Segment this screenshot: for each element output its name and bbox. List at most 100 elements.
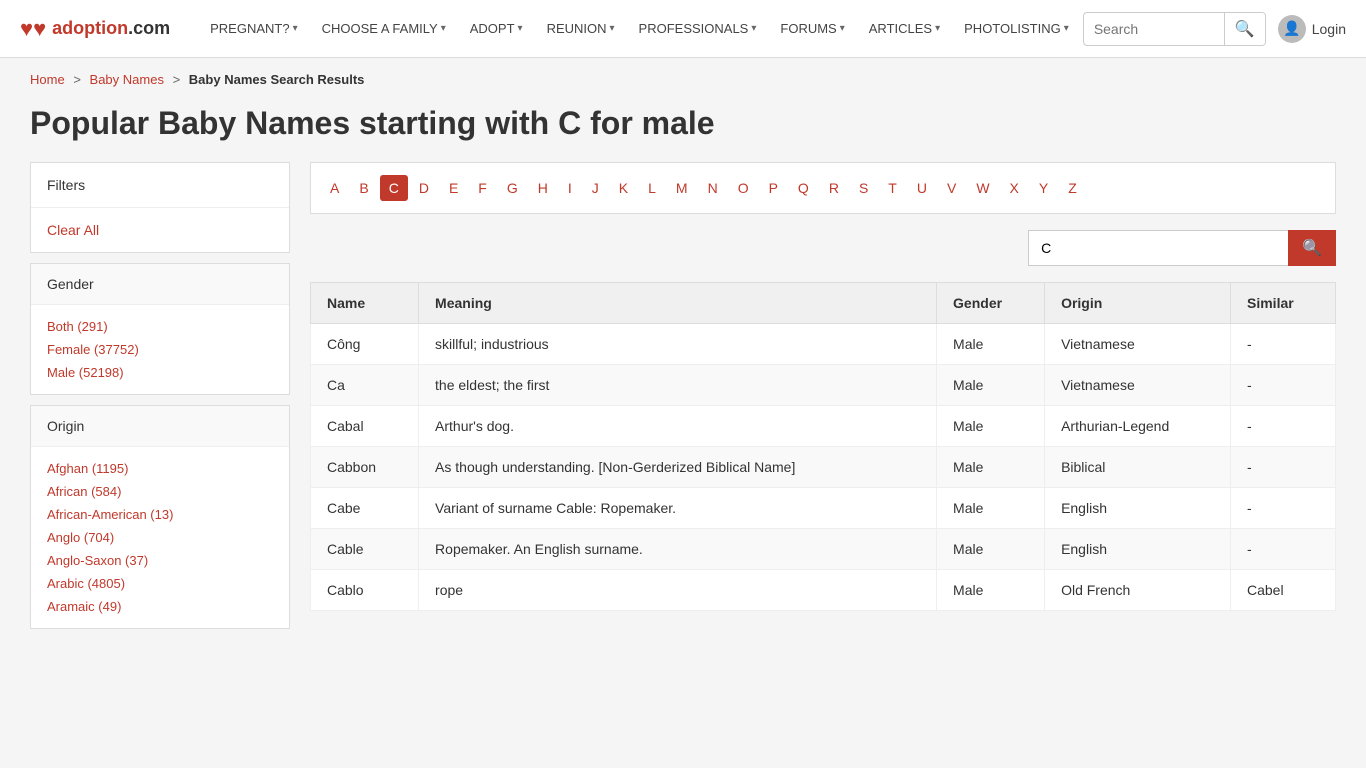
alpha-letter-k[interactable]: K xyxy=(610,175,637,201)
nav-item-articles[interactable]: ARTICLES ▾ xyxy=(859,13,950,44)
alpha-letter-b[interactable]: B xyxy=(350,175,377,201)
name-search-button[interactable]: 🔍 xyxy=(1288,230,1336,266)
alpha-letter-u[interactable]: U xyxy=(908,175,936,201)
name-cell[interactable]: Cabal xyxy=(311,406,419,447)
table-row: Côngskillful; industriousMaleVietnamese- xyxy=(311,324,1336,365)
table-header-gender: Gender xyxy=(937,283,1045,324)
nav-item-choose-a-family[interactable]: CHOOSE A FAMILY ▾ xyxy=(312,13,456,44)
sidebar: Filters Clear All Gender Both (291)Femal… xyxy=(30,162,290,629)
nav-item-pregnant-[interactable]: PREGNANT? ▾ xyxy=(200,13,308,44)
login-area[interactable]: 👤 Login xyxy=(1278,15,1346,43)
origin-cell: Old French xyxy=(1045,570,1231,611)
alpha-letter-j[interactable]: J xyxy=(583,175,608,201)
content-area: ABCDEFGHIJKLMNOPQRSTUVWXYZ 🔍 NameMeaning… xyxy=(310,162,1336,629)
table-row: CableRopemaker. An English surname.MaleE… xyxy=(311,529,1336,570)
name-cell[interactable]: Công xyxy=(311,324,419,365)
search-button[interactable]: 🔍 xyxy=(1224,12,1265,46)
table-row: CabeVariant of surname Cable: Ropemaker.… xyxy=(311,488,1336,529)
name-cell[interactable]: Cabe xyxy=(311,488,419,529)
alpha-letter-s[interactable]: S xyxy=(850,175,877,201)
table-header-name: Name xyxy=(311,283,419,324)
name-cell[interactable]: Cablo xyxy=(311,570,419,611)
name-link[interactable]: Ca xyxy=(327,377,345,393)
meaning-cell: Ropemaker. An English surname. xyxy=(419,529,937,570)
origin-cell: Biblical xyxy=(1045,447,1231,488)
names-table: NameMeaningGenderOriginSimilar Côngskill… xyxy=(310,282,1336,611)
origin-filter-link[interactable]: African-American (13) xyxy=(47,503,273,526)
alpha-letter-i[interactable]: I xyxy=(559,175,581,201)
table-body: Côngskillful; industriousMaleVietnamese-… xyxy=(311,324,1336,611)
gender-filter-link[interactable]: Both (291) xyxy=(47,315,273,338)
alpha-letter-y[interactable]: Y xyxy=(1030,175,1057,201)
origin-filter-link[interactable]: African (584) xyxy=(47,480,273,503)
breadcrumb-sep2: > xyxy=(173,72,181,87)
name-link[interactable]: Cabbon xyxy=(327,459,376,475)
alpha-letter-e[interactable]: E xyxy=(440,175,467,201)
chevron-down-icon: ▾ xyxy=(441,23,446,34)
alpha-letter-o[interactable]: O xyxy=(729,175,758,201)
login-label[interactable]: Login xyxy=(1312,21,1346,37)
nav-item-reunion[interactable]: REUNION ▾ xyxy=(537,13,625,44)
alpha-letter-w[interactable]: W xyxy=(967,175,998,201)
alpha-letter-g[interactable]: G xyxy=(498,175,527,201)
name-link[interactable]: Cabe xyxy=(327,500,360,516)
chevron-down-icon: ▾ xyxy=(1064,23,1069,34)
clear-all-button[interactable]: Clear All xyxy=(31,208,289,252)
name-link[interactable]: Cable xyxy=(327,541,364,557)
logo[interactable]: ♥♥ adoption.com xyxy=(20,16,170,42)
name-link[interactable]: Công xyxy=(327,336,360,352)
alpha-letter-v[interactable]: V xyxy=(938,175,965,201)
alpha-letter-n[interactable]: N xyxy=(699,175,727,201)
origin-filter-link[interactable]: Anglo-Saxon (37) xyxy=(47,549,273,572)
chevron-down-icon: ▾ xyxy=(293,23,298,34)
alpha-letter-t[interactable]: T xyxy=(879,175,906,201)
alpha-letter-c[interactable]: C xyxy=(380,175,408,201)
search-input[interactable] xyxy=(1084,21,1224,37)
name-link[interactable]: Cabal xyxy=(327,418,364,434)
table-row: Cathe eldest; the firstMaleVietnamese- xyxy=(311,365,1336,406)
origin-filter-items: Afghan (1195)African (584)African-Americ… xyxy=(31,447,289,628)
alpha-letter-p[interactable]: P xyxy=(760,175,787,201)
alpha-letter-d[interactable]: D xyxy=(410,175,438,201)
origin-filter-link[interactable]: Aramaic (49) xyxy=(47,595,273,618)
nav-item-forums[interactable]: FORUMS ▾ xyxy=(770,13,854,44)
nav-item-adopt[interactable]: ADOPT ▾ xyxy=(460,13,533,44)
breadcrumb-sep1: > xyxy=(73,72,81,87)
nav-links: PREGNANT? ▾CHOOSE A FAMILY ▾ADOPT ▾REUNI… xyxy=(200,13,1083,44)
origin-filter-link[interactable]: Afghan (1195) xyxy=(47,457,273,480)
nav-item-professionals[interactable]: PROFESSIONALS ▾ xyxy=(629,13,767,44)
gender-filter-link[interactable]: Male (52198) xyxy=(47,361,273,384)
search-box: 🔍 xyxy=(1083,12,1266,46)
name-cell[interactable]: Cable xyxy=(311,529,419,570)
alpha-letter-m[interactable]: M xyxy=(667,175,697,201)
alpha-letter-a[interactable]: A xyxy=(321,175,348,201)
breadcrumb-baby-names[interactable]: Baby Names xyxy=(90,72,164,87)
origin-cell: English xyxy=(1045,529,1231,570)
alpha-letter-f[interactable]: F xyxy=(469,175,496,201)
gender-filter-link[interactable]: Female (37752) xyxy=(47,338,273,361)
alpha-letter-h[interactable]: H xyxy=(529,175,557,201)
similar-cell: Cabel xyxy=(1231,570,1336,611)
name-cell[interactable]: Cabbon xyxy=(311,447,419,488)
nav-item-photolisting[interactable]: PHOTOLISTING ▾ xyxy=(954,13,1079,44)
gender-cell: Male xyxy=(937,488,1045,529)
origin-filter-link[interactable]: Arabic (4805) xyxy=(47,572,273,595)
origin-filter-link[interactable]: Anglo (704) xyxy=(47,526,273,549)
name-cell[interactable]: Ca xyxy=(311,365,419,406)
filter-header: Filters xyxy=(31,163,289,208)
table-header-origin: Origin xyxy=(1045,283,1231,324)
similar-cell: - xyxy=(1231,488,1336,529)
alpha-letter-l[interactable]: L xyxy=(639,175,665,201)
alpha-letter-x[interactable]: X xyxy=(1001,175,1028,201)
alpha-letter-q[interactable]: Q xyxy=(789,175,818,201)
name-link[interactable]: Cablo xyxy=(327,582,364,598)
table-row: CabalArthur's dog.MaleArthurian-Legend- xyxy=(311,406,1336,447)
breadcrumb-home[interactable]: Home xyxy=(30,72,65,87)
top-navigation: ♥♥ adoption.com PREGNANT? ▾CHOOSE A FAMI… xyxy=(0,0,1366,58)
gender-cell: Male xyxy=(937,324,1045,365)
table-row: CabloropeMaleOld FrenchCabel xyxy=(311,570,1336,611)
alpha-letter-r[interactable]: R xyxy=(820,175,848,201)
alpha-letter-z[interactable]: Z xyxy=(1059,175,1086,201)
name-search-input[interactable] xyxy=(1028,230,1288,266)
similar-cell: - xyxy=(1231,324,1336,365)
